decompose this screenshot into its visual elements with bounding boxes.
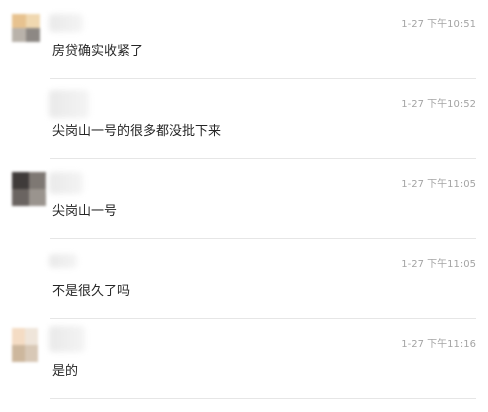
comment-time: 1-27 下午10:51: [401, 19, 476, 30]
comment-item: 1-27 下午11:05 不是很久了吗: [0, 252, 488, 332]
avatar[interactable]: [12, 14, 40, 42]
divider: [50, 318, 476, 319]
comment-time: 1-27 下午11:05: [401, 179, 476, 190]
username-blurred[interactable]: [49, 326, 85, 352]
comment-time: 1-27 下午11:16: [401, 339, 476, 350]
comment-item: 1-27 下午10:52 尖岗山一号的很多都没批下来: [0, 90, 488, 172]
avatar[interactable]: [12, 328, 38, 362]
divider: [50, 238, 476, 239]
comment-text: 是的: [52, 364, 79, 379]
divider: [50, 158, 476, 159]
comment-time: 1-27 下午11:05: [401, 259, 476, 270]
comment-text: 房贷确实收紧了: [52, 44, 144, 59]
divider: [50, 398, 476, 399]
comment-item: 1-27 下午11:16 是的: [0, 326, 488, 412]
username-blurred[interactable]: [49, 90, 89, 118]
comment-text: 不是很久了吗: [52, 284, 131, 299]
comment-time: 1-27 下午10:52: [401, 99, 476, 110]
comment-text: 尖岗山一号的很多都没批下来: [52, 124, 222, 139]
comment-text: 尖岗山一号: [52, 204, 118, 219]
username-blurred[interactable]: [49, 172, 83, 194]
avatar[interactable]: [12, 172, 46, 206]
divider: [50, 78, 476, 79]
username-blurred[interactable]: [49, 254, 77, 268]
comment-item: 1-27 下午11:05 尖岗山一号: [0, 172, 488, 252]
username-blurred[interactable]: [49, 14, 83, 32]
comment-item: 1-27 下午10:51 房贷确实收紧了: [0, 12, 488, 92]
